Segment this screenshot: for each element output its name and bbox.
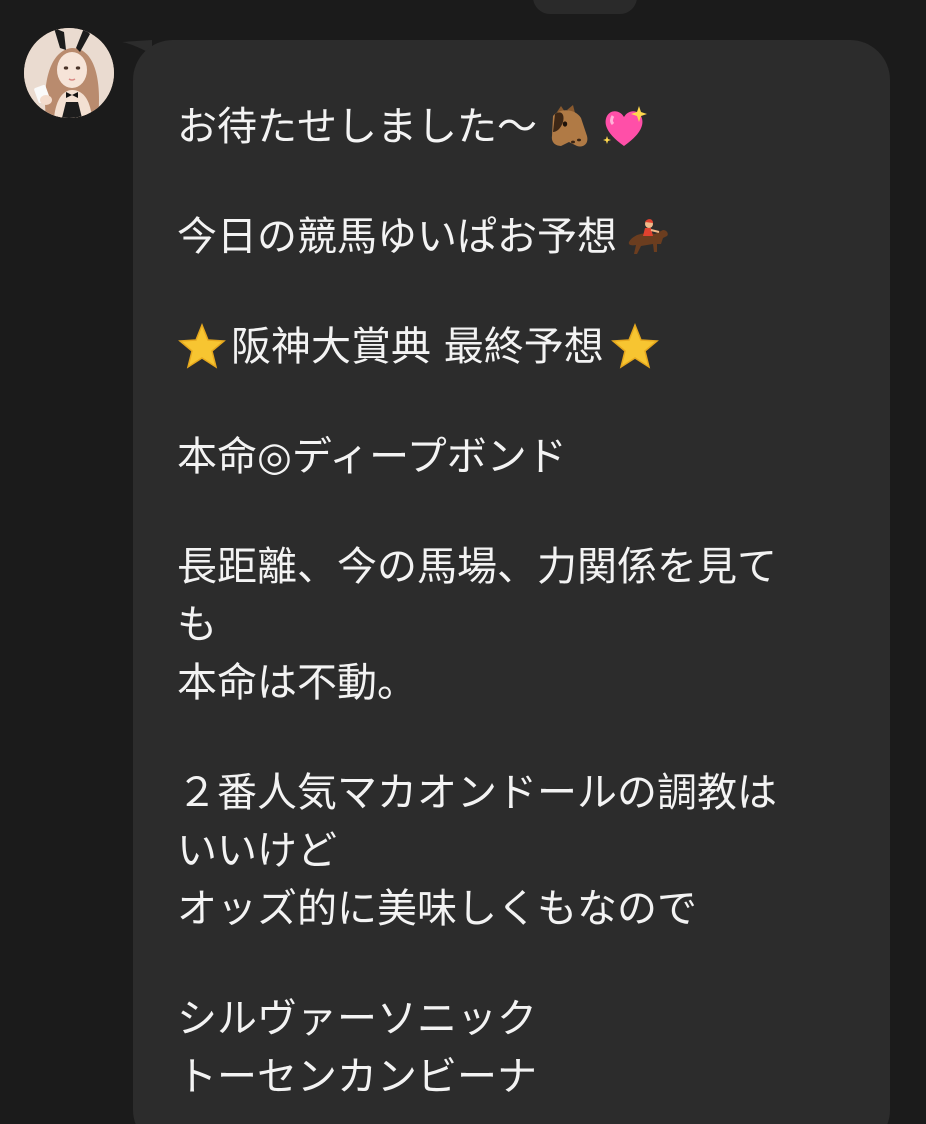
message-line-reason-2c: オッズ的に美味しくもなので [177, 880, 850, 938]
avatar-image [24, 28, 114, 118]
message-line-reason-2b: いいけど [177, 822, 850, 880]
horse-name-text: シルヴァーソニック [177, 996, 537, 1042]
reason-text: も [177, 602, 217, 648]
message-line-greeting: お待たせしました〜 [177, 98, 850, 156]
sparkling-heart-icon [599, 102, 649, 152]
message-line-reason-1c: 本命は不動。 [177, 654, 850, 712]
chat-screen: お待たせしました〜 今日の競馬ゆいぱお予想 阪神大賞典 最終予想 本命◎ディープ… [0, 0, 926, 1124]
horse-face-icon [543, 102, 593, 152]
message-line-race: 阪神大賞典 最終予想 [177, 318, 850, 376]
pick-text: 本命◎ディープボンド [177, 434, 567, 480]
message-line-title: 今日の競馬ゆいぱお予想 [177, 208, 850, 266]
message-line-horse-1: シルヴァーソニック [177, 990, 850, 1048]
message-bubble[interactable]: お待たせしました〜 今日の競馬ゆいぱお予想 阪神大賞典 最終予想 本命◎ディープ… [133, 40, 890, 1124]
top-bar-element [533, 0, 637, 14]
reason-text: ２番人気マカオンドールの調教は [177, 770, 777, 816]
title-text: 今日の競馬ゆいぱお予想 [177, 214, 617, 260]
greeting-text: お待たせしました〜 [177, 104, 537, 150]
message-line-reason-1b: も [177, 596, 850, 654]
reason-text: いいけど [177, 828, 337, 874]
star-icon [610, 322, 660, 372]
horse-name-text: トーセンカンビーナ [177, 1054, 537, 1100]
reason-text: 長距離、今の馬場、力関係を見て [177, 544, 777, 590]
message-line-horse-2: トーセンカンビーナ [177, 1048, 850, 1106]
horse-racing-icon [623, 212, 673, 262]
message-line-reason-1a: 長距離、今の馬場、力関係を見て [177, 538, 850, 596]
reason-text: 本命は不動。 [177, 660, 417, 706]
message-line-reason-2a: ２番人気マカオンドールの調教は [177, 764, 850, 822]
reason-text: オッズ的に美味しくもなので [177, 886, 697, 932]
message-line-pick: 本命◎ディープボンド [177, 428, 850, 486]
avatar[interactable] [24, 28, 114, 118]
star-icon [177, 322, 227, 372]
race-text: 阪神大賞典 最終予想 [231, 324, 604, 370]
